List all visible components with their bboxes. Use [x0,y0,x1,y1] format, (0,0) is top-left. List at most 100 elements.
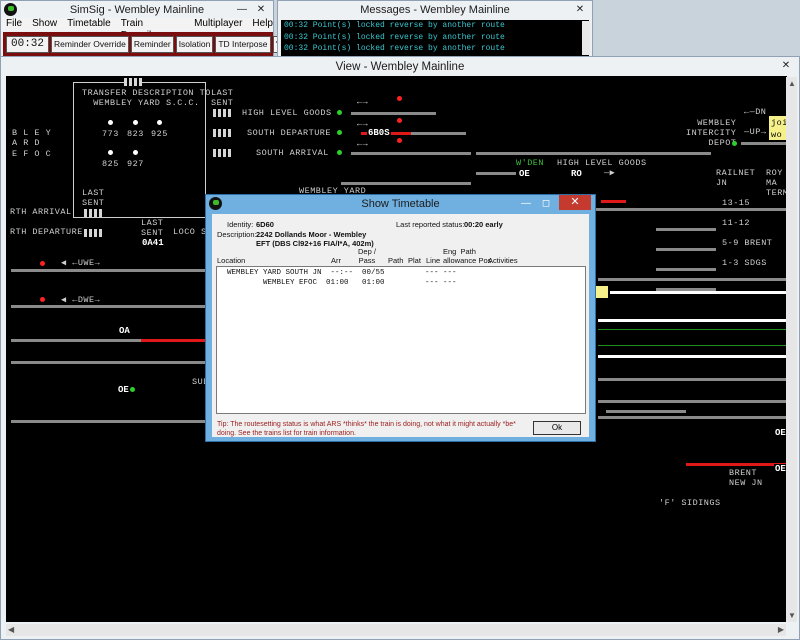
signal-green[interactable] [130,387,135,392]
track-section[interactable] [11,305,211,308]
track-section[interactable] [351,112,436,115]
minimize-icon[interactable]: — [233,3,251,16]
label-efoc: E F O C [12,149,52,159]
train-berth[interactable]: RO [570,169,583,179]
header-arr: Arr [331,256,341,265]
signal-red[interactable] [397,96,402,101]
menu-show[interactable]: Show [32,18,57,31]
reminder-override-button[interactable]: Reminder Override [51,35,129,53]
messages-scrollbar[interactable] [582,21,590,55]
messages-titlebar[interactable]: Messages - Wembley Mainline ✕ [278,1,592,19]
track-section[interactable] [11,361,211,364]
signal-green[interactable] [337,130,342,135]
scroll-left-icon[interactable]: ◀ [8,625,14,634]
signal-green[interactable] [732,141,737,146]
menu-multiplayer[interactable]: Multiplayer [194,18,242,31]
signal-green[interactable] [337,150,342,155]
maximize-icon[interactable]: ◻ [537,197,555,210]
signal-red[interactable] [40,261,45,266]
track-section[interactable] [741,142,786,145]
scroll-down-icon[interactable]: ▼ [788,611,796,620]
track-section-green[interactable] [598,329,786,330]
track-section[interactable] [598,278,786,281]
label-dn: ←—DN [744,107,767,117]
timetable-row[interactable]: WEMBLEY EFOC 01:00 01:00 --- --- [227,279,457,287]
simsig-titlebar[interactable]: SimSig - Wembley Mainline — ✕ [1,1,273,19]
reminder-button[interactable]: Reminder [130,35,174,53]
scroll-up-icon[interactable]: ▲ [788,79,796,88]
track-section-route-set[interactable] [598,319,786,322]
train-berth[interactable]: 6B0S [367,128,391,138]
indicator-dot [108,120,113,125]
train-berth[interactable]: OE [774,464,787,474]
signal-red[interactable] [397,118,402,123]
close-icon[interactable]: ✕ [571,3,589,16]
track-section[interactable] [351,152,471,155]
scroll-right-icon[interactable]: ▶ [778,625,784,634]
view-horizontal-scrollbar[interactable]: ◀ ▶ [6,624,786,636]
ok-button[interactable]: Ok [533,421,581,435]
track-section[interactable] [656,248,716,251]
isolation-button[interactable]: Isolation [175,35,214,53]
label-south-arrival: SOUTH ARRIVAL [256,148,329,158]
track-section-occupied[interactable] [141,339,211,342]
message-tag [596,286,608,298]
track-section-green[interactable] [598,345,786,346]
track-section[interactable] [598,400,786,403]
timetable-list[interactable]: WEMBLEY YARD SOUTH JN --:-- 00/55 --- --… [216,266,586,414]
train-berth[interactable]: 0A41 [141,238,165,248]
track-section[interactable] [598,378,786,381]
track-section[interactable] [598,416,786,419]
menu-timetable[interactable]: Timetable [67,18,111,31]
track-section-route-set[interactable] [598,355,786,358]
messages-window: Messages - Wembley Mainline ✕ 00:32 Poin… [277,0,593,58]
signal-green[interactable] [337,110,342,115]
track-section[interactable] [656,268,716,271]
track-section[interactable] [11,269,211,272]
menu-train-describer[interactable]: Train Describer [121,18,184,41]
messages-list[interactable]: 00:32 Point(s) locked reverse by another… [281,20,589,56]
label-rth-arrival: RTH ARRIVAL [10,207,72,217]
track-section-route-set[interactable] [610,291,786,294]
description-label: Description: [217,230,257,239]
track-section[interactable] [656,228,716,231]
track-section[interactable] [476,172,516,175]
td-interpose-button[interactable]: TD Interpose [215,35,271,53]
view-titlebar[interactable]: View - Wembley Mainline ✕ [1,57,799,77]
header-plat: Plat [408,256,421,265]
timetable-row[interactable]: WEMBLEY YARD SOUTH JN --:-- 00/55 --- --… [227,269,457,277]
menu-help[interactable]: Help [252,18,273,31]
close-icon[interactable]: ✕ [252,3,270,16]
header-path: Path [388,256,404,265]
track-section[interactable] [606,410,686,413]
sim-clock[interactable]: 00:32 [6,35,50,53]
view-vertical-scrollbar[interactable]: ▲ ▼ [786,77,797,622]
train-berth[interactable]: OE [518,169,531,179]
track-section-occupied[interactable] [686,463,786,466]
track-section[interactable] [411,132,466,135]
track-section-occupied[interactable] [601,200,626,203]
description-line-1: 2242 Dollands Moor - Wembley [256,230,367,239]
menu-file[interactable]: File [6,18,22,31]
last-sent-label: LAST SENT [82,188,105,208]
track-section[interactable] [341,182,471,185]
timetable-titlebar[interactable]: Show Timetable — ◻ ✕ [206,195,595,214]
label-siding-5-9-brent: 5-9 BRENT [722,238,773,248]
track-section[interactable] [11,420,211,423]
train-berth[interactable]: OA [118,326,131,336]
signal-red[interactable] [40,297,45,302]
show-timetable-dialog: Show Timetable — ◻ ✕ Identity: 6D60 Desc… [205,194,596,442]
track-section[interactable] [476,152,711,155]
close-icon[interactable]: ✕ [559,195,591,210]
minimize-icon[interactable]: — [517,197,535,210]
train-berth[interactable]: OE [774,428,787,438]
label-high-level-goods: HIGH LEVEL GOODS [242,108,332,118]
simsig-app-icon [209,197,222,210]
berth-cells [124,78,142,86]
close-icon[interactable]: ✕ [777,59,795,72]
signal-red[interactable] [397,138,402,143]
berth-825: 825 [102,159,119,169]
label-wden: W'DEN [516,158,545,168]
route-uwe: ◀ ←UWE→ [61,258,101,268]
train-berth[interactable]: OE [117,385,130,395]
